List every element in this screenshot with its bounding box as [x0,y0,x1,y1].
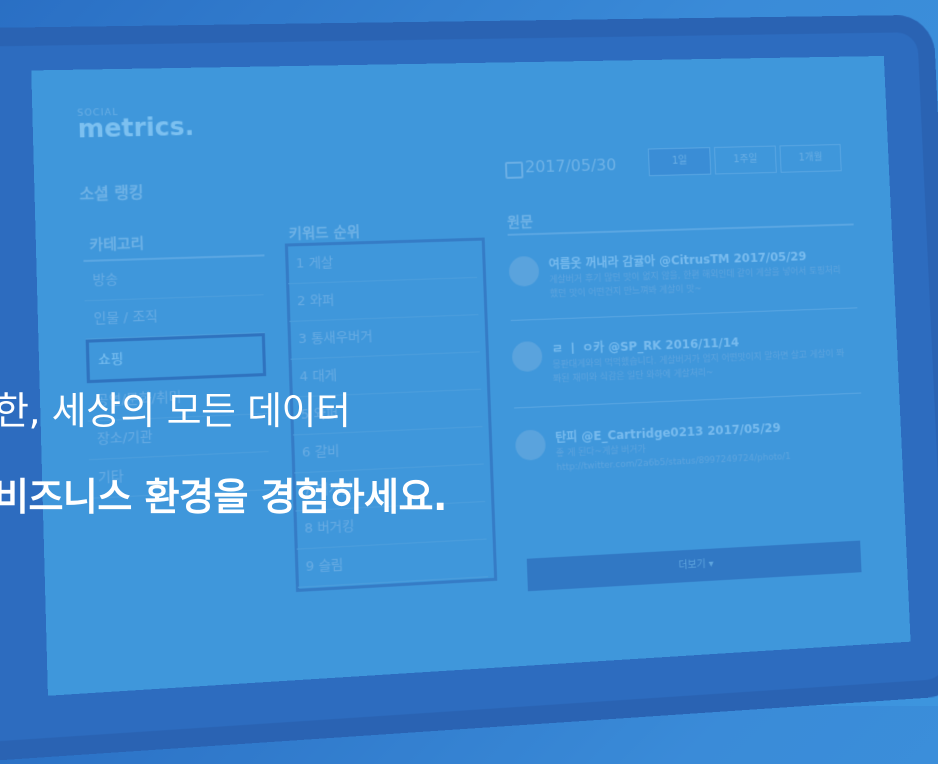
app-logo: metrics. [77,112,195,144]
post-item[interactable]: 여름옷 꺼내라 감귤아 @CitrusTM 2017/05/29 게살버거 후기… [508,246,849,300]
source-header: 원문 [506,214,534,231]
avatar [514,429,547,461]
keyword-rank-header: 키워드 순위 [288,224,361,243]
divider [510,307,858,321]
divider [507,223,854,236]
keyword-item[interactable]: 1 게살 [286,240,478,285]
range-1month-button[interactable]: 1개월 [779,144,842,173]
category-list: 방송 인물 / 조직 쇼핑 공연/문화/취미 장소/기관 기타 [83,257,270,499]
divider [514,392,862,409]
date-display[interactable]: 2017/05/30 [525,155,617,176]
range-1day-button[interactable]: 1일 [647,147,712,177]
category-item[interactable]: 방송 [83,257,264,302]
avatar [511,340,543,373]
load-more-button[interactable]: 더보기 ▾ [526,540,862,592]
dashboard-screen: SOCIAL metrics. 소셜 랭킹 카테고리 방송 인물 / 조직 쇼핑… [31,55,911,696]
post-item[interactable]: 탄피 @E_Cartridge0213 2017/05/29 좋 게 된다~게살… [514,415,857,473]
category-header: 카테고리 [89,235,145,254]
calendar-icon[interactable] [504,161,524,179]
range-1week-button[interactable]: 1주일 [713,145,777,175]
page-title: 소셜 랭킹 [79,183,144,204]
headline-line-2: 비즈니스 환경을 경험하세요. [0,475,447,519]
post-item[interactable]: ㄹ ㅣ ㅇ카 @SP_RK 2016/11/14 몽판대게와의 먹먹했습니다. … [511,329,854,385]
avatar [508,255,540,287]
category-item[interactable]: 인물 / 조직 [84,295,265,340]
category-item-selected[interactable]: 쇼핑 [85,333,267,384]
headline-line-1: 한, 세상의 모든 데이터 [0,389,351,433]
